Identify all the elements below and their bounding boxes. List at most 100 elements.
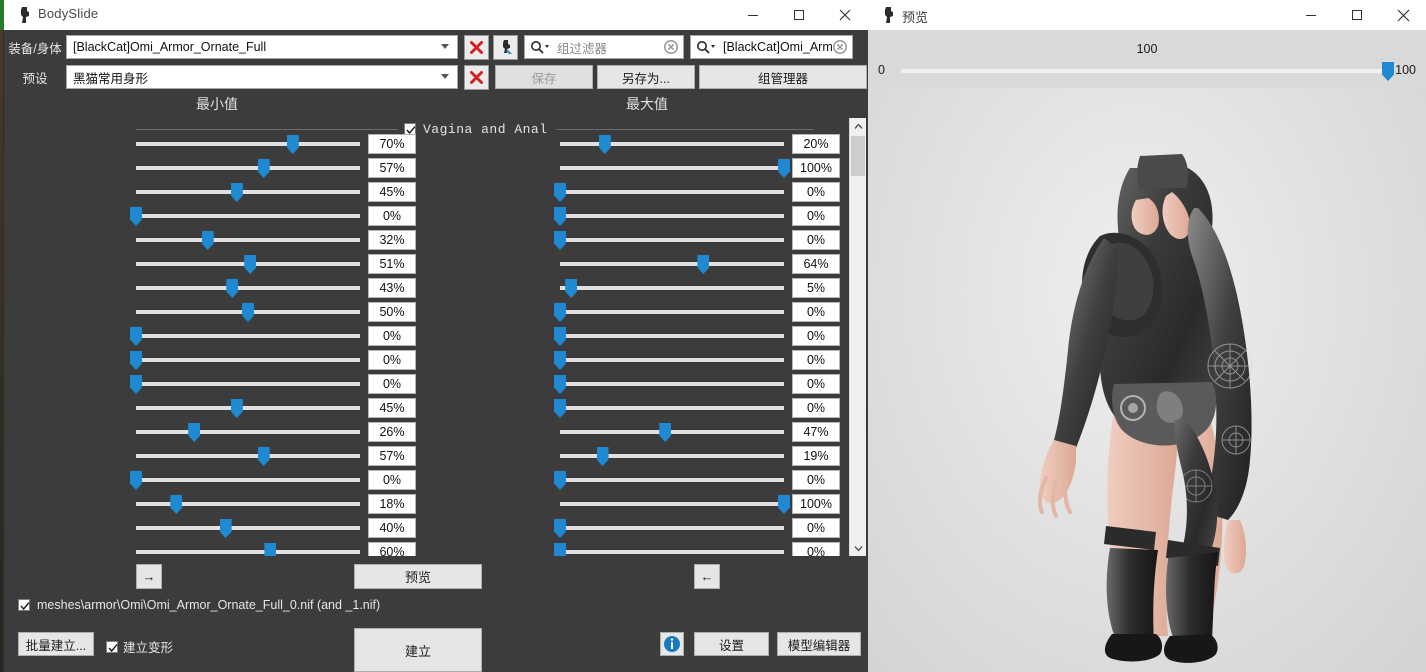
slider-thumb[interactable] bbox=[659, 423, 672, 442]
preset-combobox[interactable]: 黑猫常用身形 bbox=[66, 65, 458, 89]
info-icon[interactable] bbox=[660, 632, 684, 656]
slider-track[interactable] bbox=[560, 238, 784, 242]
slider-value-input[interactable]: 0% bbox=[368, 374, 416, 394]
slider-thumb[interactable] bbox=[286, 135, 299, 154]
slider-track[interactable] bbox=[560, 406, 784, 410]
copy-min-to-max-button[interactable]: → bbox=[136, 564, 162, 589]
save-preset-button[interactable]: 保存 bbox=[495, 65, 593, 89]
slider-thumb[interactable] bbox=[554, 399, 566, 418]
slider-track[interactable] bbox=[136, 382, 360, 386]
slider-thumb[interactable] bbox=[596, 447, 609, 466]
slider-track[interactable] bbox=[560, 382, 784, 386]
outfit-combobox[interactable]: [BlackCat]Omi_Armor_Ornate_Full bbox=[66, 35, 458, 59]
slider-thumb[interactable] bbox=[778, 495, 790, 514]
slider-track[interactable] bbox=[560, 526, 784, 530]
slider-track[interactable] bbox=[136, 550, 360, 554]
slider-track[interactable] bbox=[136, 142, 360, 146]
slider-track[interactable] bbox=[560, 334, 784, 338]
slider-value-input[interactable]: 40% bbox=[368, 518, 416, 538]
slider-value-input[interactable]: 0% bbox=[368, 350, 416, 370]
slider-thumb[interactable] bbox=[554, 375, 566, 394]
slider-value-input[interactable]: 18% bbox=[368, 494, 416, 514]
slider-track[interactable] bbox=[136, 358, 360, 362]
slider-thumb[interactable] bbox=[226, 279, 239, 298]
slider-track[interactable] bbox=[136, 166, 360, 170]
slider-track[interactable] bbox=[136, 526, 360, 530]
slider-value-input[interactable]: 0% bbox=[368, 470, 416, 490]
slider-thumb[interactable] bbox=[242, 303, 254, 322]
settings-button[interactable]: 设置 bbox=[694, 632, 769, 656]
group-filter-input[interactable]: 组过滤器 bbox=[524, 35, 684, 59]
slider-value-input[interactable]: 0% bbox=[792, 206, 840, 226]
build-morphs-row[interactable]: 建立变形 bbox=[106, 637, 173, 656]
slider-thumb[interactable] bbox=[565, 279, 578, 298]
slider-track[interactable] bbox=[136, 286, 360, 290]
slider-thumb[interactable] bbox=[130, 207, 142, 226]
slider-value-input[interactable]: 0% bbox=[792, 230, 840, 250]
slider-thumb[interactable] bbox=[264, 543, 277, 556]
slider-track[interactable] bbox=[136, 214, 360, 218]
slider-track[interactable] bbox=[560, 310, 784, 314]
slider-value-input[interactable]: 0% bbox=[792, 326, 840, 346]
slider-thumb[interactable] bbox=[778, 159, 790, 178]
group-manager-button[interactable]: 组管理器 bbox=[699, 65, 867, 89]
clear-preset-button[interactable] bbox=[464, 64, 489, 90]
slider-value-input[interactable]: 43% bbox=[368, 278, 416, 298]
choose-outfit-icon[interactable] bbox=[493, 34, 518, 60]
slider-thumb[interactable] bbox=[554, 327, 566, 346]
slider-track[interactable] bbox=[560, 166, 784, 170]
slider-thumb[interactable] bbox=[201, 231, 214, 250]
slider-track[interactable] bbox=[560, 142, 784, 146]
slider-value-input[interactable]: 5% bbox=[792, 278, 840, 298]
slider-thumb[interactable] bbox=[230, 399, 243, 418]
preview-button[interactable]: 预览 bbox=[354, 564, 482, 589]
slider-track[interactable] bbox=[560, 478, 784, 482]
slider-scrollbar[interactable] bbox=[849, 118, 866, 556]
slider-thumb[interactable] bbox=[554, 471, 566, 490]
slider-track[interactable] bbox=[136, 334, 360, 338]
slider-value-input[interactable]: 0% bbox=[792, 374, 840, 394]
slider-thumb[interactable] bbox=[554, 303, 566, 322]
slider-thumb[interactable] bbox=[130, 471, 142, 490]
slider-value-input[interactable]: 20% bbox=[792, 134, 840, 154]
clear-group-filter-icon[interactable] bbox=[664, 40, 678, 59]
slider-thumb[interactable] bbox=[130, 327, 142, 346]
save-preset-as-button[interactable]: 另存为... bbox=[597, 65, 695, 89]
slider-value-input[interactable]: 100% bbox=[792, 494, 840, 514]
slider-value-input[interactable]: 70% bbox=[368, 134, 416, 154]
slider-thumb[interactable] bbox=[130, 351, 142, 370]
slider-value-input[interactable]: 100% bbox=[792, 158, 840, 178]
slider-value-input[interactable]: 0% bbox=[792, 470, 840, 490]
slider-thumb[interactable] bbox=[554, 183, 566, 202]
slider-track[interactable] bbox=[560, 502, 784, 506]
maximize-icon[interactable] bbox=[776, 0, 822, 30]
slider-value-input[interactable]: 47% bbox=[792, 422, 840, 442]
slider-track[interactable] bbox=[136, 454, 360, 458]
slider-track[interactable] bbox=[136, 478, 360, 482]
weight-slider-thumb[interactable] bbox=[1382, 62, 1394, 81]
copy-max-to-min-button[interactable]: ← bbox=[694, 564, 720, 589]
slider-thumb[interactable] bbox=[598, 135, 611, 154]
slider-track[interactable] bbox=[136, 406, 360, 410]
outfit-studio-button[interactable]: 模型编辑器 bbox=[777, 632, 861, 656]
batch-build-button[interactable]: 批量建立... bbox=[18, 632, 94, 656]
slider-track[interactable] bbox=[136, 430, 360, 434]
slider-value-input[interactable]: 0% bbox=[792, 350, 840, 370]
slider-value-input[interactable]: 32% bbox=[368, 230, 416, 250]
slider-thumb[interactable] bbox=[554, 231, 566, 250]
slider-thumb[interactable] bbox=[554, 351, 566, 370]
slider-value-input[interactable]: 26% bbox=[368, 422, 416, 442]
outfit-filter-input[interactable]: [BlackCat]Omi_Arm bbox=[690, 35, 853, 59]
build-button[interactable]: 建立 bbox=[354, 628, 482, 672]
minimize-icon[interactable] bbox=[730, 0, 776, 30]
slider-thumb[interactable] bbox=[244, 255, 257, 274]
build-morphs-checkbox[interactable] bbox=[106, 640, 118, 653]
slider-track[interactable] bbox=[136, 238, 360, 242]
slider-track[interactable] bbox=[560, 286, 784, 290]
slider-thumb[interactable] bbox=[697, 255, 710, 274]
output-file-checkbox[interactable] bbox=[18, 599, 30, 611]
slider-value-input[interactable]: 57% bbox=[368, 446, 416, 466]
slider-track[interactable] bbox=[136, 190, 360, 194]
maximize-icon[interactable] bbox=[1334, 0, 1380, 30]
slider-thumb[interactable] bbox=[219, 519, 232, 538]
